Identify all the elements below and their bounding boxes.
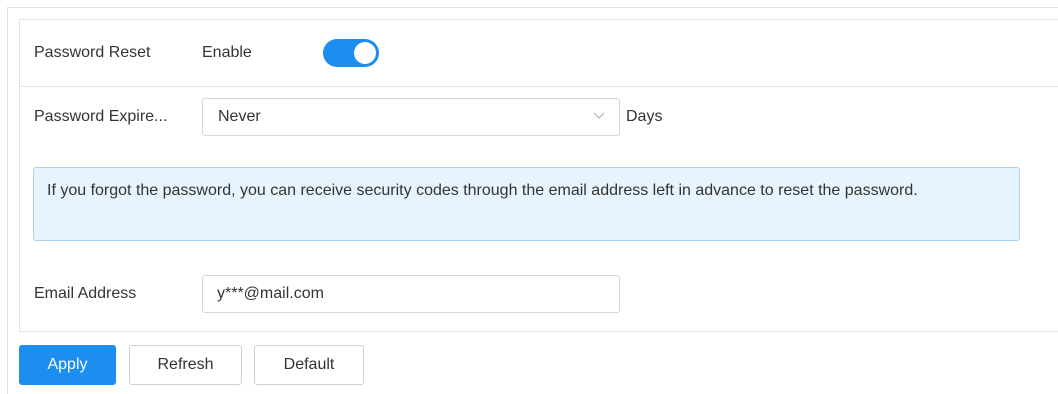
apply-button[interactable]: Apply bbox=[19, 345, 116, 385]
info-message-text: If you forgot the password, you can rece… bbox=[47, 182, 918, 199]
password-expire-select[interactable]: Never bbox=[202, 98, 620, 136]
enable-label: Enable bbox=[202, 44, 252, 61]
default-button[interactable]: Default bbox=[254, 345, 364, 385]
row-divider bbox=[20, 86, 1058, 87]
email-address-label: Email Address bbox=[34, 285, 137, 302]
toggle-knob bbox=[354, 42, 376, 64]
settings-panel: Password Reset Enable Password Expire...… bbox=[19, 19, 1058, 332]
days-unit-label: Days bbox=[626, 108, 663, 125]
refresh-button[interactable]: Refresh bbox=[129, 345, 242, 385]
password-expire-label: Password Expire... bbox=[34, 108, 168, 125]
password-expire-value: Never bbox=[218, 108, 261, 125]
password-reset-toggle[interactable] bbox=[323, 39, 379, 67]
email-address-input[interactable] bbox=[202, 275, 620, 313]
info-message: If you forgot the password, you can rece… bbox=[33, 167, 1020, 241]
password-reset-label: Password Reset bbox=[34, 44, 151, 61]
chevron-down-icon bbox=[593, 112, 605, 119]
